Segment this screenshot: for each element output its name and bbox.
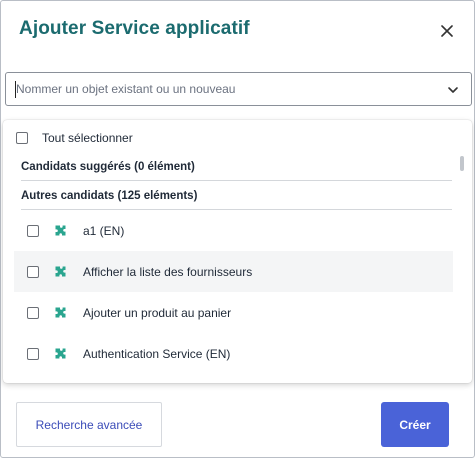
puzzle-icon [55, 225, 66, 235]
select-all-checkbox[interactable] [16, 132, 28, 144]
list-scrollbar[interactable] [460, 156, 464, 171]
item-label: a1 (EN) [83, 223, 125, 238]
item-checkbox[interactable] [27, 265, 39, 278]
add-application-service-dialog: Ajouter Service applicatif Tout sélectio… [0, 0, 475, 458]
puzzle-icon [55, 307, 66, 317]
item-label: Afficher la liste des fournisseurs [83, 264, 253, 279]
suggested-candidates-header: Candidats suggérés (0 élément) [21, 154, 452, 181]
object-name-combobox[interactable] [5, 72, 472, 106]
candidates-dropdown: Tout sélectionner Candidats suggérés (0 … [3, 120, 472, 383]
create-button[interactable]: Créer [381, 402, 449, 447]
list-item[interactable]: Authentication Service (EN) [14, 333, 453, 374]
item-checkbox[interactable] [27, 347, 39, 360]
item-label: Authentication Service (EN) [83, 346, 231, 361]
item-checkbox[interactable] [27, 224, 39, 237]
list-item[interactable]: Afficher la liste des fournisseurs [14, 251, 453, 292]
item-label: Ajouter un produit au panier [83, 305, 232, 320]
chevron-down-icon[interactable] [446, 83, 460, 97]
select-all-label: Tout sélectionner [42, 131, 133, 145]
object-name-input[interactable] [6, 73, 436, 105]
other-candidates-header: Autres candidats (125 eléments) [21, 183, 452, 210]
dialog-title: Ajouter Service applicatif [19, 18, 250, 39]
item-checkbox[interactable] [27, 306, 39, 319]
list-item[interactable]: a1 (EN) [14, 210, 453, 251]
list-item[interactable]: Ajouter un produit au panier [14, 292, 453, 333]
puzzle-icon [55, 266, 66, 276]
close-icon[interactable] [437, 21, 457, 41]
puzzle-icon [55, 348, 66, 358]
advanced-search-button[interactable]: Recherche avancée [16, 402, 162, 447]
select-all-option[interactable]: Tout sélectionner [16, 131, 133, 145]
